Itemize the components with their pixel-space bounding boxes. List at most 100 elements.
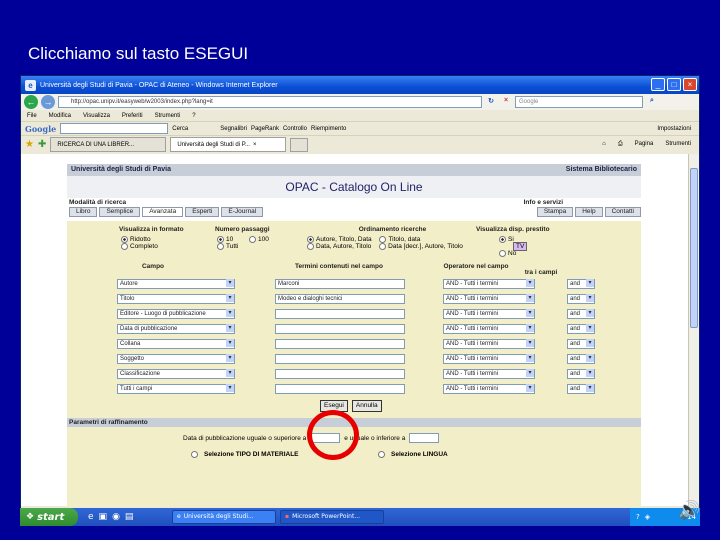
operator-select[interactable]: AND - Tutti i termini [443, 308, 535, 319]
forward-icon[interactable]: → [41, 95, 55, 109]
mode-esperti-button[interactable]: Esperti [185, 207, 220, 217]
join-select[interactable]: and [567, 308, 595, 319]
google-controllo[interactable]: Controllo [283, 126, 307, 132]
menu-modifica[interactable]: Modifica [49, 113, 71, 119]
term-input[interactable] [275, 308, 405, 319]
network-icon[interactable]: ◈ [645, 513, 650, 521]
minimize-button[interactable]: _ [651, 78, 665, 91]
term-input[interactable]: Marconi [275, 278, 405, 289]
google-cerca[interactable]: Cerca [172, 126, 188, 132]
explorer-icon[interactable]: ▤ [125, 512, 134, 522]
join-select[interactable]: and [567, 338, 595, 349]
term-input[interactable] [275, 323, 405, 334]
new-tab-button[interactable] [290, 137, 309, 152]
google-riempimento[interactable]: Riempimento [311, 126, 346, 132]
google-pagerank[interactable]: PageRank [251, 126, 279, 132]
annulla-button[interactable]: Annulla [351, 400, 382, 413]
field-select[interactable]: Data di pubblicazione [117, 323, 235, 334]
tab-unipv[interactable]: Università degli Studi di P... × [170, 137, 287, 152]
speaker-icon[interactable]: 🔊 [678, 500, 700, 521]
operator-select[interactable]: AND - Tutti i termini [443, 353, 535, 364]
join-select[interactable]: and [567, 293, 595, 304]
close-tab-icon[interactable]: × [253, 142, 257, 148]
ie-launch-icon[interactable]: e [88, 512, 94, 522]
help-button[interactable]: Help [575, 207, 603, 217]
radio-ridotto[interactable] [121, 236, 128, 243]
radio-100[interactable] [249, 236, 257, 243]
language-radio[interactable] [378, 451, 385, 459]
operator-select[interactable]: AND - Tutti i termini [443, 338, 535, 349]
operator-select[interactable]: AND - Tutti i termini [443, 323, 535, 334]
add-favorite-icon[interactable]: ✚ [38, 139, 46, 150]
term-input[interactable]: Modeo e dialoghi tecnici [275, 293, 405, 304]
taskbar-item-powerpoint[interactable]: ▪ Microsoft PowerPoint... [280, 510, 384, 524]
google-settings[interactable]: Impostazioni [657, 126, 699, 132]
operator-select[interactable]: AND - Tutti i termini [443, 383, 535, 394]
favorites-star-icon[interactable]: ★ [25, 139, 34, 150]
back-icon[interactable]: ← [24, 95, 38, 109]
menu-strumenti[interactable]: Strumenti [155, 113, 181, 119]
vertical-scrollbar[interactable] [688, 154, 699, 506]
desktop-icon[interactable]: ▣ [99, 512, 108, 522]
close-button[interactable]: × [683, 78, 697, 91]
mode-ejournal-button[interactable]: E-Journal [221, 207, 264, 217]
field-select[interactable]: Editore - Luogo di pubblicazione [117, 308, 235, 319]
radio-titolo-data[interactable] [379, 236, 387, 243]
start-button[interactable]: ❖ start [20, 508, 78, 526]
join-select[interactable]: and [567, 278, 595, 289]
menu-help[interactable]: ? [192, 113, 195, 119]
taskbar-item-browser[interactable]: e Università degli Studi... [172, 510, 276, 524]
term-input[interactable] [275, 338, 405, 349]
radio-loan-no[interactable] [499, 250, 506, 258]
tab-ricerca[interactable]: RICERCA DI UNA LIBRER... [50, 137, 167, 152]
print-icon[interactable]: ⎙ [618, 141, 623, 148]
term-input[interactable] [275, 383, 405, 394]
operator-select[interactable]: AND - Tutti i termini [443, 278, 535, 289]
window-titlebar[interactable]: e Università degli Studi di Pavia - OPAC… [21, 76, 699, 94]
operator-select[interactable]: AND - Tutti i termini [443, 368, 535, 379]
field-select[interactable]: Titolo [117, 293, 235, 304]
field-select[interactable]: Classificazione [117, 368, 235, 379]
join-select[interactable]: and [567, 368, 595, 379]
language-label[interactable]: Selezione LINGUA [391, 451, 448, 458]
radio-data-autore-titolo[interactable] [307, 243, 314, 251]
tool-strumenti[interactable]: Strumenti [665, 141, 691, 148]
menu-file[interactable]: File [27, 113, 37, 119]
search-icon[interactable]: ⌕ [646, 97, 658, 107]
search-input[interactable]: Google [515, 96, 643, 108]
mode-avanzata-button[interactable]: Avanzata [142, 207, 184, 217]
tool-pagina[interactable]: Pagina [635, 141, 654, 148]
field-select[interactable]: Soggetto [117, 353, 235, 364]
menu-visualizza[interactable]: Visualizza [83, 113, 110, 119]
scrollbar-thumb[interactable] [690, 168, 698, 328]
refresh-icon[interactable]: ↻ [485, 97, 497, 107]
stampa-button[interactable]: Stampa [536, 207, 574, 217]
join-select[interactable]: and [567, 383, 595, 394]
radio-completo[interactable] [121, 243, 128, 251]
contatti-button[interactable]: Contatti [604, 207, 641, 217]
menu-preferiti[interactable]: Preferiti [122, 113, 143, 119]
term-input[interactable] [275, 353, 405, 364]
radio-tutti[interactable] [217, 243, 224, 251]
field-select[interactable]: Collana [117, 338, 235, 349]
operator-select[interactable]: AND - Tutti i termini [443, 293, 535, 304]
media-icon[interactable]: ◉ [112, 512, 120, 522]
field-select[interactable]: Tutti i campi [117, 383, 235, 394]
join-select[interactable]: and [567, 323, 595, 334]
term-input[interactable] [275, 368, 405, 379]
maximize-button[interactable]: □ [667, 78, 681, 91]
help-tray-icon[interactable]: ? [636, 513, 640, 521]
stop-icon[interactable]: × [500, 97, 512, 107]
mode-libro-button[interactable]: Libro [69, 207, 98, 217]
google-segnalibri[interactable]: Segnalibri [220, 126, 247, 132]
radio-autore-titolo-data[interactable] [307, 236, 314, 243]
field-select[interactable]: Autore [117, 278, 235, 289]
home-icon[interactable]: ⌂ [602, 141, 606, 148]
address-input[interactable]: http://opac.unipv.it/easyweb/w2003/index… [58, 96, 482, 108]
mode-semplice-button[interactable]: Semplice [99, 207, 141, 217]
radio-10[interactable] [217, 236, 224, 243]
date-to-input[interactable] [409, 433, 440, 444]
join-select[interactable]: and [567, 353, 595, 364]
radio-data-decr[interactable] [379, 243, 387, 251]
google-search-input[interactable] [60, 123, 169, 134]
